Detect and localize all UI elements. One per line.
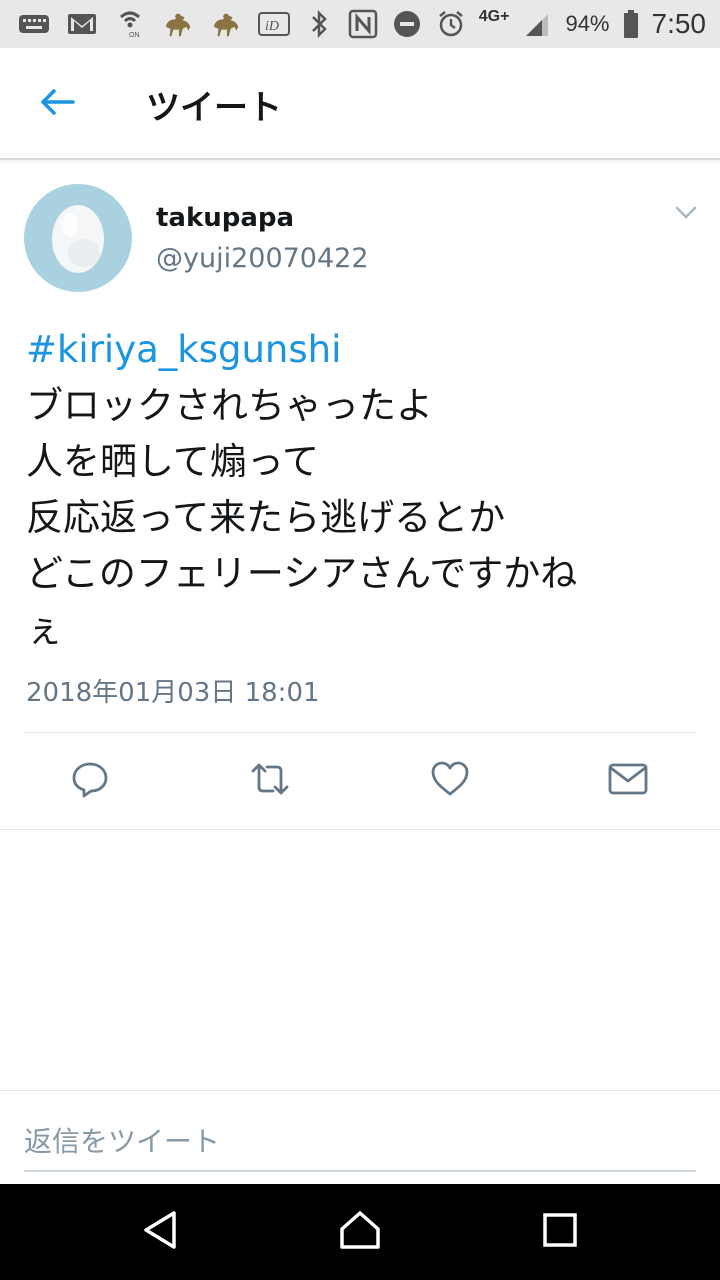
hashtag-link[interactable]: #kiriya_ksgunshi (26, 322, 698, 378)
network-type: 4G+ (478, 8, 510, 25)
horse-racing-icon (162, 8, 194, 40)
keyboard-icon (18, 8, 50, 40)
wifi-calling-icon: ON (114, 8, 146, 40)
tweet-menu-button[interactable] (668, 200, 704, 228)
battery-icon (622, 8, 640, 40)
svg-text:ON: ON (129, 32, 140, 39)
nav-back-button[interactable] (124, 1204, 196, 1260)
tweet-text: #kiriya_ksgunshi ブロックされちゃったよ 人を晒して煽って 反応… (26, 322, 698, 658)
author-handle[interactable]: @yuji20070422 (156, 243, 369, 274)
bluetooth-icon (303, 8, 335, 40)
heart-icon (429, 759, 471, 803)
id-icon: iD (258, 8, 290, 40)
signal-icon (521, 8, 553, 40)
tweet-action-bar (0, 752, 720, 810)
avatar[interactable] (24, 184, 132, 292)
envelope-icon (607, 761, 649, 801)
author-display-name[interactable]: takupapa (156, 203, 294, 233)
retweet-icon (247, 759, 293, 803)
reply-icon (70, 759, 110, 803)
triangle-back-icon (140, 1209, 180, 1255)
divider (0, 829, 720, 830)
status-system: 4G+ 94% 7:50 (303, 6, 706, 42)
page-title: ツイート (146, 88, 282, 128)
system-nav-bar (0, 1184, 720, 1280)
tweet-text-line: 反応返って来たら逃げるとか (26, 496, 506, 539)
divider (24, 732, 696, 733)
nfc-icon (347, 8, 379, 40)
battery-percent: 94% (565, 11, 610, 36)
square-recents-icon (541, 1211, 579, 1253)
svg-text:iD: iD (265, 19, 279, 34)
clock: 7:50 (651, 8, 707, 39)
nav-recents-button[interactable] (524, 1204, 596, 1260)
direct-message-button[interactable] (598, 752, 658, 810)
reply-button[interactable] (60, 752, 120, 810)
alarm-icon (435, 8, 467, 40)
tweet-text-line: 人を晒して煽って (26, 440, 320, 483)
gmail-icon (66, 8, 98, 40)
tweet-text-line: どこのフェリーシアさんですかね (26, 552, 578, 595)
tweet-text-line: ブロックされちゃったよ (26, 384, 433, 427)
app-header: ツイート (0, 48, 720, 160)
back-button[interactable] (30, 82, 84, 126)
retweet-button[interactable] (240, 752, 300, 810)
home-icon (338, 1209, 382, 1255)
status-bar: ON iD 4G+ 94% 7:50 (0, 0, 720, 48)
arrow-left-icon (37, 86, 77, 122)
default-egg-avatar-icon (48, 197, 108, 279)
chevron-down-icon (674, 204, 698, 224)
reply-placeholder: 返信をツイート (24, 1125, 221, 1158)
do-not-disturb-icon (391, 8, 423, 40)
reply-input[interactable]: 返信をツイート (24, 1108, 696, 1172)
status-notifications: ON iD (18, 6, 290, 42)
divider (0, 1090, 720, 1091)
tweet-timestamp: 2018年01月03日 18:01 (26, 678, 320, 708)
horse-racing-icon (210, 8, 242, 40)
tweet-text-line: ぇ (26, 608, 63, 651)
like-button[interactable] (420, 752, 480, 810)
nav-home-button[interactable] (324, 1204, 396, 1260)
